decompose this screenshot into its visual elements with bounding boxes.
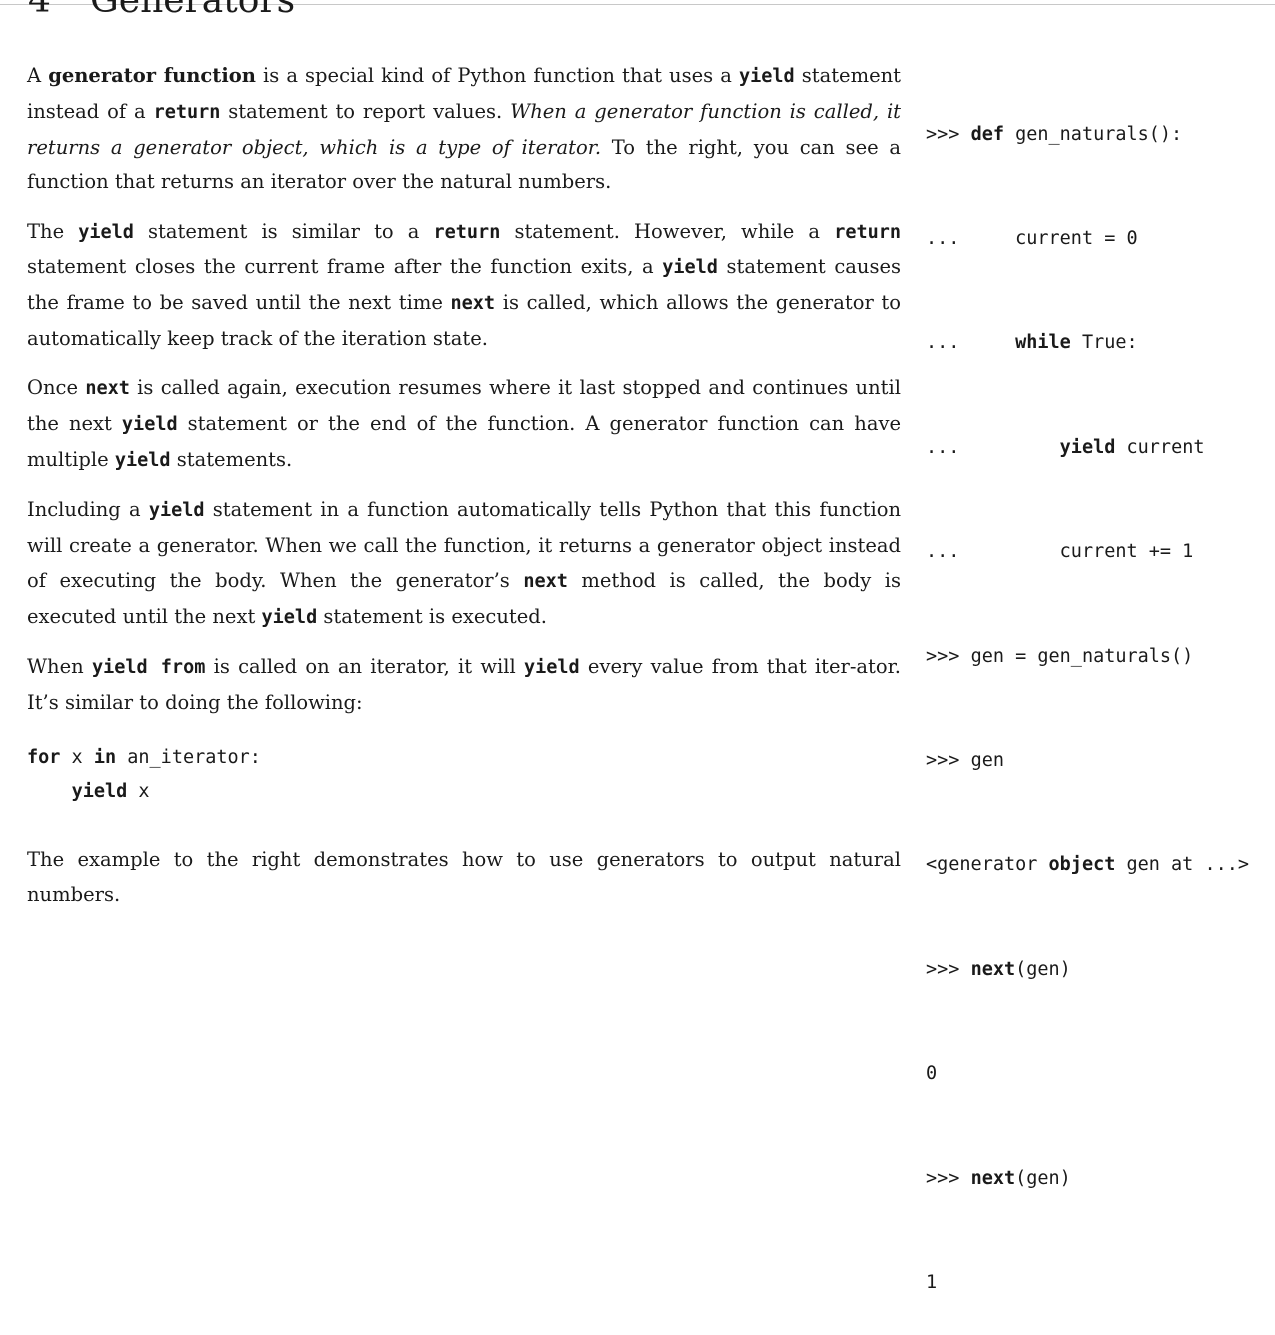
repl-output-line: 1 (926, 1266, 1275, 1301)
text-run: is called on an iterator, it will (205, 654, 524, 678)
code-yield: yield (78, 221, 134, 243)
paragraph-example-note: The example to the right demonstrates ho… (27, 843, 901, 913)
code-text: an_iterator: (116, 746, 261, 768)
code-text: x (60, 746, 94, 768)
repl-line: ... yield current (926, 431, 1275, 466)
code-text: x (127, 781, 150, 803)
text-run: statements. (170, 447, 293, 471)
code-keyword: for (27, 746, 61, 768)
repl-indent (959, 332, 1015, 353)
repl-keyword: next (970, 1167, 1016, 1189)
repl-prompt: ... (926, 227, 960, 249)
repl-prompt: >>> (926, 749, 971, 771)
repl-text: gen at ...> (1115, 854, 1250, 876)
text-run: A (27, 64, 49, 87)
repl-keyword: yield (1059, 436, 1116, 458)
repl-prompt: ... (926, 436, 960, 458)
repl-text: (gen) (1015, 958, 1071, 980)
section-number: 4 (28, 0, 51, 21)
repl-example: >>> def gen_naturals(): ... current = 0 … (926, 48, 1275, 1335)
repl-line: >>> gen (926, 744, 1275, 779)
repl-text: True: (1070, 332, 1138, 354)
code-line: yield x (27, 775, 901, 810)
repl-keyword: def (970, 123, 1004, 145)
code-next: next (523, 570, 568, 592)
repl-prompt: >>> (926, 123, 971, 145)
repl-text: <generator (926, 854, 1049, 876)
text-run: statement to report values. (220, 99, 511, 123)
code-next: next (450, 293, 496, 315)
code-return: return (433, 221, 501, 243)
text-run: The (27, 219, 79, 243)
repl-text: gen = gen_naturals() (970, 645, 1194, 667)
repl-keyword: next (970, 958, 1016, 980)
repl-output: 1 (926, 1271, 938, 1293)
repl-keyword: while (1015, 332, 1071, 354)
text-run: Including a (27, 498, 149, 522)
repl-prompt: >>> (926, 645, 971, 667)
code-yield-from: yield from (91, 656, 206, 678)
code-yield: yield (738, 66, 795, 87)
repl-text: current (1115, 436, 1205, 458)
repl-line: ... while True: (926, 326, 1275, 361)
code-line: for x in an_iterator: (27, 741, 901, 776)
repl-text: current += 1 (959, 541, 1194, 563)
text-run: is a special kind of Python function tha… (255, 64, 739, 87)
code-next: next (85, 378, 130, 400)
repl-keyword: object (1048, 854, 1116, 876)
code-yield: yield (523, 656, 580, 678)
code-yield: yield (121, 414, 178, 436)
repl-line: >>> next(gen) (926, 1162, 1275, 1197)
code-yield: yield (148, 500, 205, 522)
repl-line: ... current += 1 (926, 535, 1275, 570)
repl-text: gen_naturals(): (1003, 123, 1183, 145)
code-keyword: in (93, 746, 117, 768)
repl-prompt: >>> (926, 1167, 971, 1189)
repl-prompt: ... (926, 332, 960, 354)
repl-text: current = 0 (959, 227, 1138, 249)
repl-prompt: >>> (926, 958, 971, 980)
repl-output-line: 0 (926, 1057, 1275, 1092)
text-run: statement is similar to a (133, 219, 434, 243)
text-run: When (27, 654, 92, 678)
repl-indent (959, 437, 1059, 458)
code-yield: yield (114, 449, 171, 471)
text-run: statement. However, while a (500, 219, 835, 243)
repl-text: gen (970, 749, 1004, 771)
code-yield: yield (662, 257, 718, 279)
repl-line: >>> next(gen) (926, 953, 1275, 988)
code-return: return (834, 221, 902, 243)
code-example-block: for x in an_iterator: yield x (27, 741, 901, 811)
repl-line: >>> gen = gen_naturals() (926, 640, 1275, 675)
text-run: statement is executed. (317, 604, 547, 628)
paragraph-including-yield: Including a yield statement in a functio… (27, 493, 901, 635)
section-title: Generators (90, 0, 296, 21)
repl-line: ... current = 0 (926, 222, 1275, 257)
paragraph-resume-execution: Once next is called again, execution res… (27, 371, 901, 478)
text-column: A generator function is a special kind o… (27, 59, 901, 927)
section-heading: 4 Generators (28, 0, 295, 21)
text-run: Once (27, 376, 86, 400)
repl-text: (gen) (1015, 1167, 1071, 1189)
repl-output-line: <generator object gen at ...> (926, 848, 1275, 883)
code-return: return (153, 101, 221, 123)
code-keyword: yield (71, 781, 128, 803)
paragraph-yield-from: When yield from is called on an iterator… (27, 650, 901, 721)
text-run: The example to the right demonstrates ho… (27, 848, 901, 906)
repl-output: 0 (926, 1063, 938, 1085)
paragraph-generator-function: A generator function is a special kind o… (27, 59, 901, 200)
code-yield: yield (261, 606, 318, 628)
text-run: statement closes the current frame after… (27, 255, 663, 279)
repl-line: >>> def gen_naturals(): (926, 118, 1275, 153)
term-generator-function: generator function (48, 64, 256, 87)
paragraph-yield-vs-return: The yield statement is similar to a retu… (27, 215, 901, 357)
repl-prompt: ... (926, 541, 960, 563)
